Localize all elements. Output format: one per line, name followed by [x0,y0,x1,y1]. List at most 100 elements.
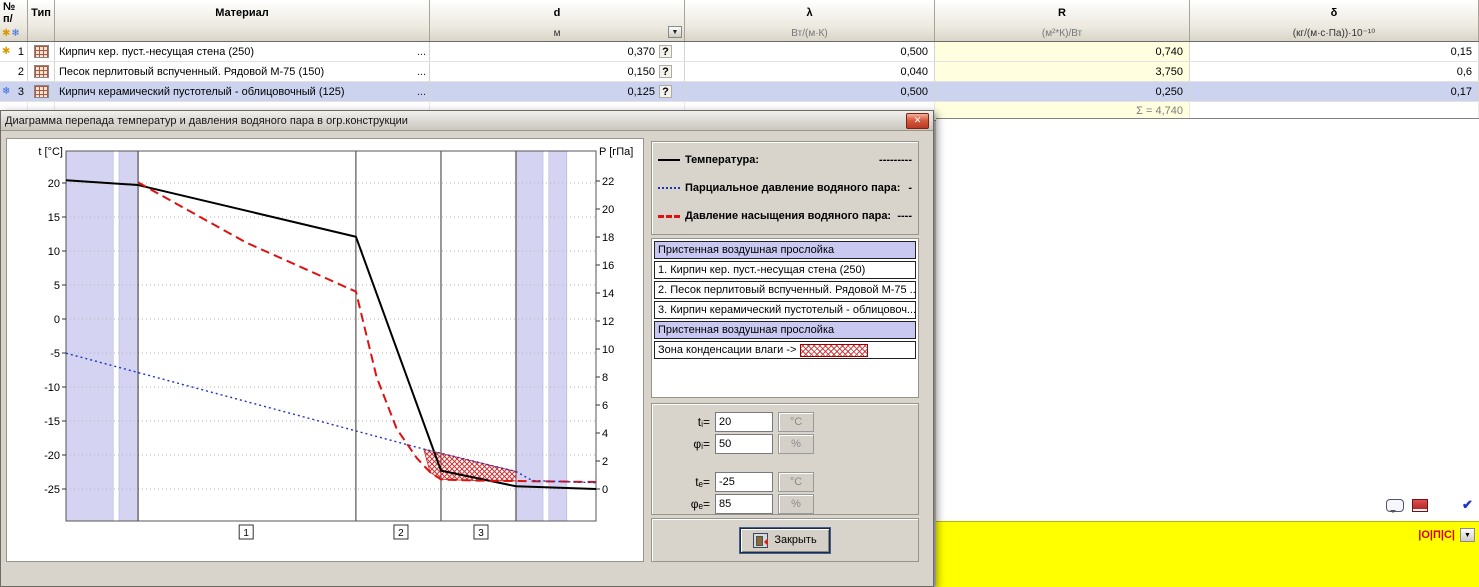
chart-panel: t [°C] P [гПа] 20151050-5-10-15-20-25222… [6,138,644,562]
left-tick-label: -25 [44,484,60,496]
diagram-dialog: Диаграмма перепада температур и давления… [0,110,934,587]
d-value: 0,150 [627,66,655,78]
workspace-panel: ✔ [936,118,1479,522]
material-type-icon [34,85,49,98]
unit-lambda: Вт/(м·К) [685,26,934,40]
list-item-layer-1[interactable]: 1. Кирпич кер. пуст.-несущая стена (250) [654,261,916,279]
legend-item-partial-pressure: Парциальное давление водяного пара: - [658,182,912,194]
r-value: 3,750 [1155,66,1183,78]
delta-value: 0,15 [1451,46,1472,58]
left-tick-label: -15 [44,416,60,428]
column-header-d: d м ▼ [430,0,685,41]
left-tick-label: 0 [54,314,60,326]
thickness-help-button[interactable]: ? [659,85,672,98]
left-tick-label: -5 [50,348,60,360]
status-bar: |О|П|С| ▼ [936,521,1479,587]
ops-indicator: |О|П|С| [1418,529,1455,541]
column-header-num: № п/ ✱ ❄ [0,0,28,41]
te-field[interactable] [715,472,773,492]
wall-air-band [549,151,567,521]
material-picker-button[interactable]: ... [414,47,429,57]
right-tick-label: 6 [602,400,608,412]
legend-item-temperature: Температура: --------- [658,154,912,166]
row-number: 2 [18,66,24,78]
left-tick-label: 10 [48,246,60,258]
material-picker-button[interactable]: ... [414,87,429,97]
layer-marker-label: 3 [478,528,484,539]
table-row-selected[interactable]: ❄ 3 Кирпич керамический пустотелый - обл… [0,82,1479,102]
dropdown-arrow-icon: ▼ [672,29,679,36]
list-item-layer-2[interactable]: 2. Песок перлитовый вспученный. Рядовой … [654,281,916,299]
materials-table: № п/ ✱ ❄ Тип Материал d м ▼ [0,0,1479,121]
right-tick-label: 2 [602,456,608,468]
table-row[interactable]: ✱ 1 Кирпич кер. пуст.-несущая стена (250… [0,42,1479,62]
wall-air-band [66,151,113,521]
status-icons: ✔ [1386,497,1473,513]
close-icon: ✕ [914,115,922,126]
phi-e-label: φₑ= [680,497,710,511]
phi-e-field[interactable] [715,494,773,514]
layers-list: Пристенная воздушная прослойка 1. Кирпич… [651,238,919,398]
material-type-icon [34,45,49,58]
thickness-help-button[interactable]: ? [659,65,672,78]
unit-d: м [554,28,561,39]
r-value: 0,250 [1155,86,1183,98]
ops-dropdown-button[interactable]: ▼ [1460,528,1475,542]
ti-unit: °С [778,412,814,432]
table-row[interactable]: 2 Песок перлитовый вспученный. Рядовой М… [0,62,1479,82]
right-tick-label: 10 [602,344,614,356]
phi-i-label: φᵢ= [680,437,710,451]
right-tick-label: 16 [602,260,614,272]
delta-value: 0,6 [1457,66,1472,78]
material-picker-button[interactable]: ... [414,67,429,77]
left-tick-label: -10 [44,382,60,394]
check-edit-icon[interactable]: ✔ [1462,497,1473,513]
wall-air-band [119,151,138,521]
dialog-close-button[interactable]: ✕ [906,113,929,129]
list-item-air-layer[interactable]: Пристенная воздушная прослойка [654,321,916,339]
right-axis-title: P [гПа] [599,146,633,158]
wall-air-band [516,151,543,521]
phi-i-field[interactable] [715,434,773,454]
column-header-delta: δ (кг/(м·с·Па))·10⁻¹⁰ [1190,0,1479,41]
unit-r: (м²*К)/Вт [935,26,1189,40]
ti-label: tᵢ= [680,415,710,429]
left-tick-label: 5 [54,280,60,292]
lambda-value: 0,500 [900,86,928,98]
d-value: 0,125 [627,86,655,98]
row-marker-icon: ❄ [2,86,14,97]
list-item-air-layer[interactable]: Пристенная воздушная прослойка [654,241,916,259]
list-item-layer-3[interactable]: 3. Кирпич керамический пустотелый - обли… [654,301,916,319]
list-item-condensation-zone[interactable]: Зона конденсации влаги -> [654,341,916,359]
right-tick-label: 4 [602,428,608,440]
material-name: Песок перлитовый вспученный. Рядовой М-7… [55,66,324,78]
delta-value: 0,17 [1451,86,1472,98]
right-tick-label: 0 [602,484,608,496]
d-column-dropdown-button[interactable]: ▼ [668,26,682,38]
te-unit: °С [778,472,814,492]
te-label: tₑ= [680,475,710,489]
reference-book-icon[interactable] [1412,499,1428,512]
layer-marker-label: 1 [243,528,249,539]
input-row-phi-i: φᵢ= % [680,434,918,454]
input-row-te: tₑ= °С [680,472,918,492]
input-row-ti: tᵢ= °С [680,412,918,432]
row-number: 3 [18,86,24,98]
row-number: 1 [18,46,24,58]
left-tick-label: -20 [44,450,60,462]
left-axis-title: t [°C] [38,146,63,158]
comment-bubble-icon[interactable] [1386,499,1404,512]
column-header-r: R (м²*К)/Вт [935,0,1190,41]
close-dialog-button[interactable]: Закрыть [740,528,829,553]
material-name: Кирпич кер. пуст.-несущая стена (250) [55,46,254,58]
phi-e-unit: % [778,494,814,514]
thickness-help-button[interactable]: ? [659,45,672,58]
solid-line-icon [658,159,680,161]
right-tick-label: 12 [602,316,614,328]
dialog-titlebar[interactable]: Диаграмма перепада температур и давления… [1,111,933,131]
ti-field[interactable] [715,412,773,432]
material-name: Кирпич керамический пустотелый - облицов… [55,86,345,98]
dialog-title: Диаграмма перепада температур и давления… [5,115,408,127]
left-tick-label: 15 [48,212,60,224]
lambda-value: 0,040 [900,66,928,78]
